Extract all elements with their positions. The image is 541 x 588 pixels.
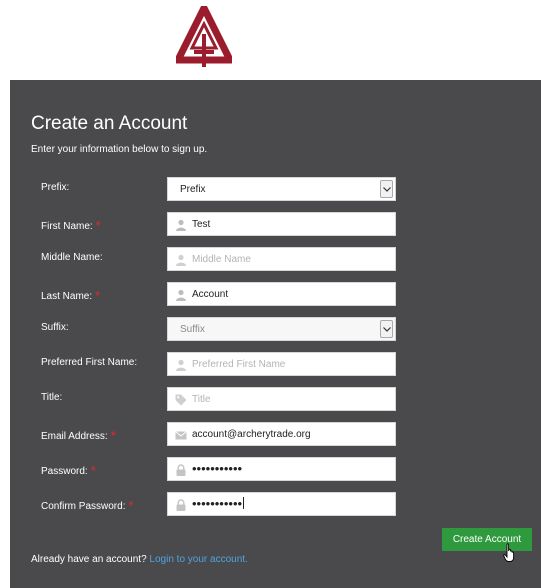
title-placeholder: Title	[192, 394, 211, 405]
confirm-password-field[interactable]: •••••••••••	[167, 492, 396, 516]
confirm-password-value: •••••••••••	[192, 496, 245, 511]
preferred-first-name-row: Preferred First Name: Preferred First Na…	[10, 352, 541, 376]
login-link[interactable]: Login to your account.	[149, 554, 247, 565]
email-value: account@archerytrade.org	[192, 429, 311, 440]
first-name-row: First Name: * Test	[10, 212, 541, 236]
password-label: Password: *	[41, 463, 96, 478]
password-field[interactable]: •••••••••••	[167, 457, 396, 481]
chevron-down-icon[interactable]	[380, 320, 393, 338]
suffix-row: Suffix: Suffix	[10, 317, 541, 341]
user-icon	[176, 359, 186, 371]
required-marker: *	[95, 218, 101, 233]
hand-pointer-icon	[503, 543, 515, 562]
middle-name-label: Middle Name:	[41, 252, 103, 263]
chevron-down-icon[interactable]	[380, 180, 393, 198]
middle-name-row: Middle Name: Middle Name	[10, 247, 541, 271]
suffix-select[interactable]: Suffix	[167, 317, 396, 341]
confirm-password-label: Confirm Password: *	[41, 498, 134, 513]
title-row: Title: Title	[10, 387, 541, 411]
archery-trade-logo-icon	[176, 6, 232, 67]
suffix-value: Suffix	[180, 324, 205, 335]
email-row: Email Address: * account@archerytrade.org	[10, 422, 541, 446]
first-name-label: First Name: *	[41, 218, 101, 233]
prefix-row: Prefix: Prefix	[10, 177, 541, 201]
required-marker: *	[90, 463, 96, 478]
middle-name-field[interactable]: Middle Name	[167, 247, 396, 271]
last-name-label: Last Name: *	[41, 288, 101, 303]
envelope-icon	[175, 431, 187, 440]
confirm-password-row: Confirm Password: * •••••••••••	[10, 492, 541, 516]
prefix-select[interactable]: Prefix	[167, 177, 396, 201]
tag-icon	[175, 394, 187, 406]
signup-panel: Create an Account Enter your information…	[10, 80, 541, 588]
email-label: Email Address: *	[41, 428, 116, 443]
required-marker: *	[110, 428, 116, 443]
user-icon	[176, 219, 186, 231]
page-title: Create an Account	[31, 113, 188, 134]
create-account-button[interactable]: Create Account	[442, 528, 532, 551]
user-icon	[176, 289, 186, 301]
email-field[interactable]: account@archerytrade.org	[167, 422, 396, 446]
first-name-value: Test	[192, 219, 211, 230]
password-value: •••••••••••	[192, 461, 243, 476]
first-name-field[interactable]: Test	[167, 212, 396, 236]
login-prompt: Already have an account? Login to your a…	[31, 554, 248, 565]
required-marker: *	[128, 498, 134, 513]
title-field[interactable]: Title	[167, 387, 396, 411]
title-label: Title:	[41, 392, 63, 403]
prefix-value: Prefix	[180, 184, 206, 195]
page-subtitle: Enter your information below to sign up.	[31, 144, 208, 155]
last-name-row: Last Name: * Account	[10, 282, 541, 306]
password-row: Password: * •••••••••••	[10, 457, 541, 481]
lock-icon	[176, 499, 186, 511]
user-icon	[176, 254, 186, 266]
preferred-first-name-field[interactable]: Preferred First Name	[167, 352, 396, 376]
prefix-label: Prefix:	[41, 182, 70, 193]
preferred-first-name-placeholder: Preferred First Name	[192, 359, 286, 370]
middle-name-placeholder: Middle Name	[192, 254, 251, 265]
text-caret	[243, 497, 245, 509]
last-name-field[interactable]: Account	[167, 282, 396, 306]
suffix-label: Suffix:	[41, 322, 69, 333]
header	[0, 0, 541, 80]
lock-icon	[176, 464, 186, 476]
preferred-first-name-label: Preferred First Name:	[41, 357, 138, 368]
required-marker: *	[95, 288, 101, 303]
last-name-value: Account	[192, 289, 229, 300]
